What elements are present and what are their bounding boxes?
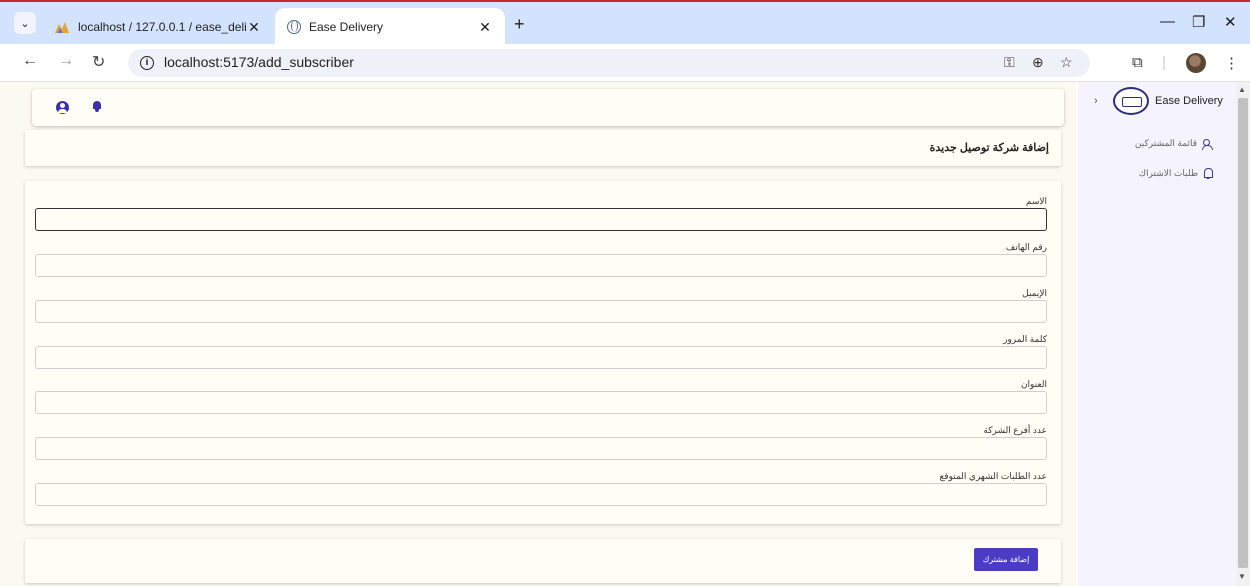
bookmark-star-icon[interactable]: ☆: [1060, 54, 1073, 71]
extensions-icon[interactable]: ⧉: [1132, 54, 1143, 71]
chevron-right-icon[interactable]: ›: [1094, 95, 1098, 107]
scroll-down-icon[interactable]: ▼: [1238, 572, 1246, 581]
browser-tab-ease-delivery[interactable]: Ease Delivery ✕: [275, 8, 505, 46]
page-header-card: إضافة شركة توصيل جديدة: [25, 130, 1061, 166]
browser-toolbar: ← → ↻ i localhost:5173/add_subscriber ⚿ …: [0, 44, 1250, 82]
sidebar-item-subscribers[interactable]: قائمة المشتركين: [1134, 138, 1214, 150]
address-label: العنوان: [1020, 379, 1047, 389]
bell-icon[interactable]: [92, 100, 102, 112]
phpmyadmin-icon: [55, 22, 69, 33]
profile-avatar[interactable]: [1186, 53, 1206, 73]
add-subscriber-button[interactable]: إضافة مشترك: [974, 548, 1038, 571]
reload-icon[interactable]: ↻: [92, 52, 105, 72]
sidebar-item-label: قائمة المشتركين: [1134, 138, 1197, 148]
site-info-icon[interactable]: i: [140, 56, 154, 70]
branches-count-label: عدد أفرع الشركة: [983, 425, 1047, 435]
forward-icon[interactable]: →: [58, 52, 74, 70]
user-circle-icon[interactable]: [56, 101, 69, 114]
monthly-orders-label: عدد الطلبات الشهري المتوقع: [939, 471, 1047, 481]
monthly-orders-input[interactable]: [35, 483, 1047, 506]
page-viewport: إضافة شركة توصيل جديدة الاسم رقم الهاتف …: [0, 82, 1250, 586]
page-title: إضافة شركة توصيل جديدة: [929, 142, 1049, 154]
address-bar[interactable]: i localhost:5173/add_subscriber ⚿ ⊕ ☆: [128, 49, 1090, 77]
bell-outline-icon: [1203, 168, 1214, 179]
email-label: الإيميل: [1022, 288, 1047, 298]
zoom-icon[interactable]: ⊕: [1032, 54, 1044, 71]
phone-input[interactable]: [35, 254, 1047, 277]
tab-search-chevron-icon[interactable]: ⌄: [14, 12, 36, 34]
password-key-icon[interactable]: ⚿: [1004, 54, 1015, 71]
restore-icon[interactable]: ❐: [1192, 13, 1205, 31]
toolbar-divider: |: [1162, 54, 1166, 71]
sidebar-item-subscription-requests[interactable]: طلبات الاشتراك: [1139, 168, 1214, 179]
minimize-icon[interactable]: —: [1160, 13, 1175, 30]
form-actions-card: إضافة مشترك: [25, 539, 1061, 583]
more-menu-icon[interactable]: ⋮: [1224, 54, 1239, 72]
url-text[interactable]: localhost:5173/add_subscriber: [164, 54, 354, 70]
browser-tab-bar: ⌄ localhost / 127.0.0.1 / ease_deliv ✕ E…: [0, 0, 1250, 46]
phone-label: رقم الهاتف: [1005, 242, 1047, 252]
top-navbar: [32, 89, 1064, 126]
browser-tab-phpmyadmin[interactable]: localhost / 127.0.0.1 / ease_deliv ✕: [44, 8, 272, 46]
branches-count-input[interactable]: [35, 437, 1047, 460]
close-tab-icon[interactable]: ✕: [246, 19, 262, 36]
brand-name: Ease Delivery: [1155, 95, 1223, 107]
close-window-icon[interactable]: ✕: [1224, 13, 1237, 31]
globe-icon: [287, 20, 301, 34]
main-content: إضافة شركة توصيل جديدة الاسم رقم الهاتف …: [0, 82, 1076, 586]
scrollbar-thumb[interactable]: [1238, 98, 1248, 568]
tab-title: Ease Delivery: [309, 20, 384, 34]
close-tab-icon[interactable]: ✕: [477, 19, 493, 36]
add-subscriber-form: الاسم رقم الهاتف الإيميل كلمة المرور الع…: [25, 181, 1061, 524]
scroll-up-icon[interactable]: ▲: [1238, 85, 1246, 94]
tab-title: localhost / 127.0.0.1 / ease_deliv: [78, 20, 246, 34]
name-label: الاسم: [1025, 196, 1047, 206]
password-input[interactable]: [35, 346, 1047, 369]
new-tab-icon[interactable]: +: [514, 14, 525, 35]
email-input[interactable]: [35, 300, 1047, 323]
back-icon[interactable]: ←: [22, 52, 38, 70]
password-label: كلمة المرور: [1003, 334, 1047, 344]
address-input[interactable]: [35, 391, 1047, 414]
page-scrollbar[interactable]: ▲ ▼: [1236, 82, 1250, 586]
users-icon: [1202, 138, 1214, 150]
sidebar: › Ease Delivery قائمة المشتركين طلبات ال…: [1078, 82, 1236, 586]
name-input[interactable]: [35, 208, 1047, 231]
brand-logo: [1113, 87, 1149, 115]
sidebar-item-label: طلبات الاشتراك: [1138, 168, 1198, 178]
